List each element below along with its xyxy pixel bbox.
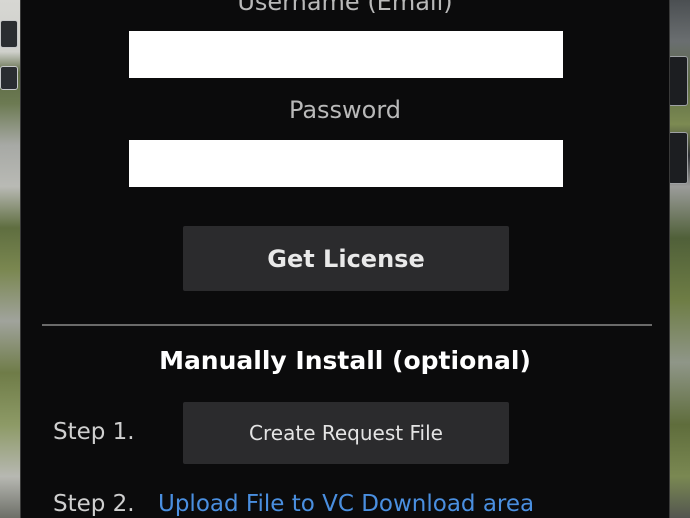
parked-car-shape [0, 66, 18, 90]
step-1-label: Step 1. [53, 419, 135, 445]
parked-car-shape [668, 56, 688, 106]
step-2-label: Step 2. [53, 491, 135, 517]
background-left-strip [0, 0, 20, 518]
background-right-strip [668, 0, 690, 518]
username-input[interactable] [129, 31, 563, 78]
create-request-file-button[interactable]: Create Request File [183, 402, 509, 464]
password-label: Password [288, 96, 402, 124]
password-input[interactable] [129, 140, 563, 187]
manual-install-heading: Manually Install (optional) [159, 346, 531, 375]
section-divider [42, 324, 652, 326]
get-license-button[interactable]: Get License [183, 226, 509, 291]
license-dialog: Username (Email) Password Get License Ma… [20, 0, 670, 518]
parked-car-shape [668, 132, 688, 184]
upload-file-link[interactable]: Upload File to VC Download area [158, 491, 534, 517]
screen: Username (Email) Password Get License Ma… [0, 0, 690, 518]
parked-car-shape [0, 20, 18, 48]
username-label: Username (Email) [237, 0, 453, 16]
